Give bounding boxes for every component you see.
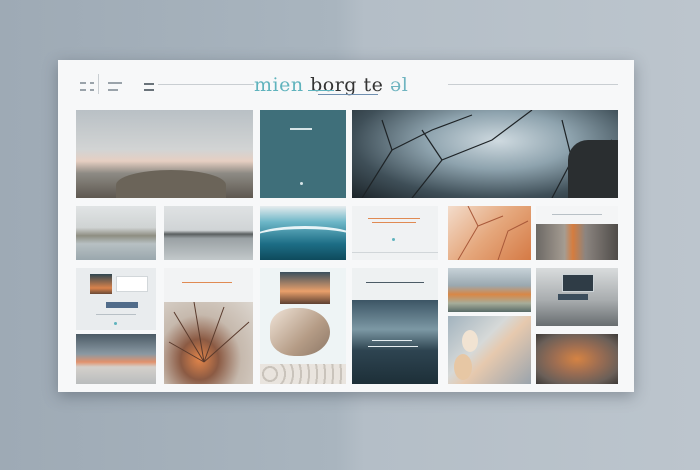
header-rule	[448, 84, 618, 85]
nav-mark[interactable]	[90, 82, 94, 84]
rocks-photo[interactable]	[536, 206, 618, 260]
brand-text-2: borg	[303, 74, 357, 96]
divider	[98, 74, 99, 94]
brand-underline	[308, 90, 334, 91]
text-card[interactable]	[352, 206, 438, 260]
dunes-photo[interactable]	[448, 268, 531, 312]
wave-photo[interactable]	[260, 206, 346, 260]
teal-placeholder-card[interactable]	[260, 110, 346, 198]
brand-tagline	[318, 94, 378, 95]
screen-card[interactable]	[536, 268, 618, 326]
roots-graphic	[168, 302, 250, 363]
header-rule	[158, 84, 254, 85]
brand-logo[interactable]: mien borg te ǝl	[254, 74, 408, 96]
gallery-panel: mien borg te ǝl	[58, 60, 634, 392]
root-texture-photo[interactable]	[164, 268, 253, 384]
nav-link[interactable]	[108, 82, 122, 84]
brand-text-3: te	[363, 74, 384, 96]
calm-water-photo[interactable]	[164, 206, 253, 260]
nav-mark[interactable]	[80, 82, 86, 84]
nav-mark[interactable]	[80, 89, 86, 91]
nav-mark[interactable]	[90, 89, 94, 91]
window-card[interactable]	[76, 268, 156, 330]
sunset-sand-photo[interactable]	[260, 268, 346, 384]
mountain-card[interactable]	[352, 268, 438, 384]
orange-leaves-photo[interactable]	[536, 334, 618, 384]
nav-link[interactable]	[144, 89, 154, 91]
autumn-branches-photo[interactable]	[448, 206, 531, 260]
brand-text-1: mien	[254, 74, 304, 96]
nav-link[interactable]	[108, 89, 118, 91]
frosted-trees-photo[interactable]	[352, 110, 618, 198]
reeds-lake-photo[interactable]	[76, 206, 156, 260]
shells-photo[interactable]	[448, 316, 531, 384]
nav-link[interactable]	[144, 83, 154, 85]
top-bar: mien borg te ǝl	[58, 60, 634, 106]
branches-graphic	[457, 206, 529, 260]
misty-shore-photo[interactable]	[76, 110, 253, 198]
brand-text-4: ǝl	[389, 74, 409, 96]
sunset-shore-photo[interactable]	[76, 334, 156, 384]
